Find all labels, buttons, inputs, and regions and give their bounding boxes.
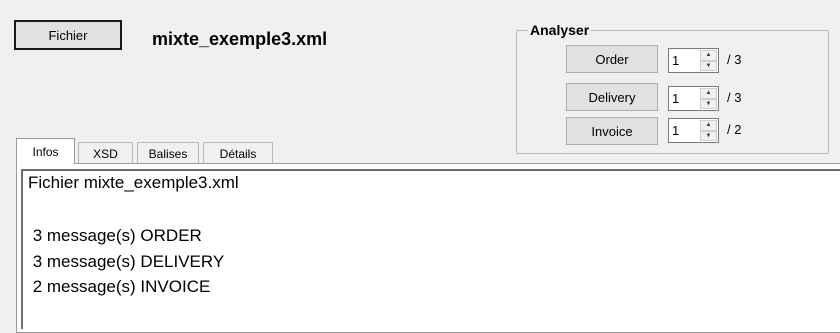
file-name-label: mixte_exemple3.xml xyxy=(152,29,328,49)
fichier-button[interactable]: Fichier xyxy=(14,20,122,50)
tab-xsd[interactable]: XSD xyxy=(78,142,133,164)
analyser-legend: Analyser xyxy=(528,22,592,38)
info-line-order: 3 message(s) ORDER xyxy=(28,226,202,245)
order-spinner-value: 1 xyxy=(672,53,680,68)
order-spinner[interactable]: 1 ▲ ▼ xyxy=(668,48,719,73)
invoice-max-label: / 2 xyxy=(727,122,742,137)
delivery-max-label: / 3 xyxy=(727,90,742,105)
invoice-spin-down-icon[interactable]: ▼ xyxy=(700,130,717,141)
invoice-button[interactable]: Invoice xyxy=(566,117,658,145)
order-spin-down-icon[interactable]: ▼ xyxy=(700,60,717,71)
info-line-file: Fichier mixte_exemple3.xml xyxy=(28,173,239,192)
tab-details[interactable]: Détails xyxy=(203,142,273,164)
delivery-spin-down-icon[interactable]: ▼ xyxy=(700,98,717,109)
delivery-button[interactable]: Delivery xyxy=(566,83,658,111)
tab-infos[interactable]: Infos xyxy=(16,138,75,164)
delivery-spinner-value: 1 xyxy=(672,91,680,106)
order-spin-up-icon[interactable]: ▲ xyxy=(700,50,717,61)
info-line-invoice: 2 message(s) INVOICE xyxy=(28,277,211,296)
order-max-label: / 3 xyxy=(727,52,742,67)
invoice-spinner-value: 1 xyxy=(672,123,680,138)
invoice-spin-up-icon[interactable]: ▲ xyxy=(700,120,717,131)
delivery-spin-up-icon[interactable]: ▲ xyxy=(700,88,717,99)
delivery-spinner[interactable]: 1 ▲ ▼ xyxy=(668,86,719,111)
order-button[interactable]: Order xyxy=(566,45,658,73)
info-text-area[interactable] xyxy=(21,169,840,329)
tab-balises[interactable]: Balises xyxy=(137,142,199,164)
invoice-spinner[interactable]: 1 ▲ ▼ xyxy=(668,118,719,143)
info-line-delivery: 3 message(s) DELIVERY xyxy=(28,252,225,271)
